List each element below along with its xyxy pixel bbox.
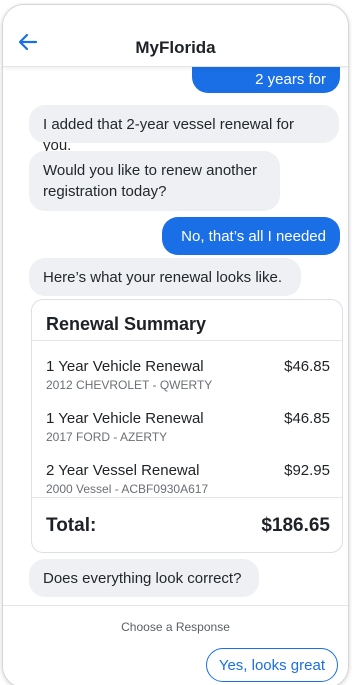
summary-item-price: $92.95: [284, 462, 330, 479]
total-value: $186.65: [261, 515, 330, 536]
bot-message: Does everything look correct?: [29, 559, 259, 597]
reply-yes-button[interactable]: Yes, looks great: [205, 648, 338, 682]
summary-item-name: 1 Year Vehicle Renewal: [46, 410, 204, 427]
summary-item-detail: 2000 Vessel - ACBF0930A617: [46, 482, 209, 496]
bot-message: Here’s what your renewal looks like.: [29, 258, 301, 296]
total-label: Total:: [46, 515, 97, 536]
app-title: MyFlorida: [135, 38, 216, 57]
chat-area[interactable]: 2 years for $92.95 I added that 2-year v…: [3, 67, 348, 605]
summary-item-price: $46.85: [284, 410, 330, 427]
user-message: No, that’s all I needed: [162, 217, 340, 255]
message-text: I added that 2-year vessel renewal for y…: [43, 116, 294, 154]
renewal-summary-card: Renewal Summary 1 Year Vehicle Renewal $…: [31, 299, 343, 553]
user-message: 2 years for $92.95: [192, 67, 340, 109]
message-text: Here’s what your renewal looks like.: [43, 269, 282, 286]
response-footer: Choose a Response Yes, looks great: [3, 605, 348, 685]
bot-message: I added that 2-year vessel renewal for y…: [29, 105, 339, 154]
message-text: No, that’s all I needed: [181, 228, 326, 245]
summary-item-price: $46.85: [284, 358, 330, 375]
total-divider: [32, 497, 342, 498]
summary-divider: [32, 340, 342, 341]
choose-response-label: Choose a Response: [121, 620, 230, 634]
bot-message: Would you like to renew another registra…: [29, 151, 280, 211]
summary-item-name: 2 Year Vessel Renewal: [46, 462, 200, 479]
message-text: Would you like to renew another registra…: [43, 162, 258, 200]
summary-item-name: 1 Year Vehicle Renewal: [46, 358, 204, 375]
summary-title: Renewal Summary: [46, 314, 207, 334]
message-text: 2 years for $92.95: [255, 71, 326, 109]
phone-frame: MyFlorida 2 years for $92.95 I added tha…: [2, 4, 349, 685]
app-header: MyFlorida: [3, 5, 348, 67]
summary-item-detail: 2012 CHEVROLET - QWERTY: [46, 378, 213, 392]
summary-item-detail: 2017 FORD - AZERTY: [46, 430, 168, 444]
message-text: Does everything look correct?: [43, 570, 242, 587]
